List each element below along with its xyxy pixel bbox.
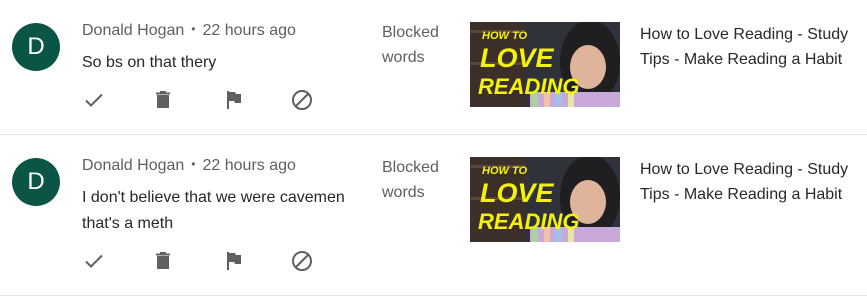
comment-text: I don't believe that we were cavemen tha… <box>82 189 345 232</box>
meta-separator: • <box>191 22 196 36</box>
check-icon[interactable] <box>82 88 106 112</box>
thumbnail-text: LOVE <box>480 178 555 208</box>
trash-icon[interactable] <box>151 88 175 112</box>
thumbnail-text: READING <box>478 74 579 99</box>
comment-meta: Donald Hogan • 22 hours ago <box>82 157 296 175</box>
status-line: Blocked <box>382 159 439 176</box>
status-text: Blocked words <box>382 20 462 70</box>
thumbnail-text: HOW TO <box>482 165 527 177</box>
block-icon[interactable] <box>290 249 314 273</box>
author-name[interactable]: Donald Hogan <box>82 157 184 174</box>
trash-icon[interactable] <box>151 249 175 273</box>
status-line: words <box>382 184 425 201</box>
comment-row: D Donald Hogan • 22 hours ago So bs on tha… <box>0 0 867 135</box>
thumbnail-text: READING <box>478 209 579 234</box>
block-icon[interactable] <box>290 88 314 112</box>
video-title[interactable]: How to Love Reading - Study Tips - Make … <box>640 157 860 207</box>
flag-icon[interactable] <box>221 88 245 112</box>
status-line: Blocked <box>382 24 439 41</box>
flag-icon[interactable] <box>221 249 245 273</box>
comment-meta: Donald Hogan • 22 hours ago <box>82 22 296 40</box>
comment-time: 22 hours ago <box>202 157 296 174</box>
avatar[interactable]: D <box>12 158 60 206</box>
check-icon[interactable] <box>82 249 106 273</box>
status-line: words <box>382 49 425 66</box>
video-title[interactable]: How to Love Reading - Study Tips - Make … <box>640 22 860 72</box>
comment-time: 22 hours ago <box>202 22 296 39</box>
video-thumbnail[interactable]: HOW TO LOVE READING <box>470 157 620 242</box>
avatar[interactable]: D <box>12 23 60 71</box>
comment-text: So bs on that thery <box>82 54 217 71</box>
status-text: Blocked words <box>382 155 462 205</box>
thumbnail-text: LOVE <box>480 43 555 73</box>
comment-row: D Donald Hogan • 22 hours ago I don't beli… <box>0 135 867 296</box>
author-name[interactable]: Donald Hogan <box>82 22 184 39</box>
thumbnail-text: HOW TO <box>482 30 527 42</box>
meta-separator: • <box>191 157 196 171</box>
video-thumbnail[interactable]: HOW TO LOVE READING <box>470 22 620 107</box>
